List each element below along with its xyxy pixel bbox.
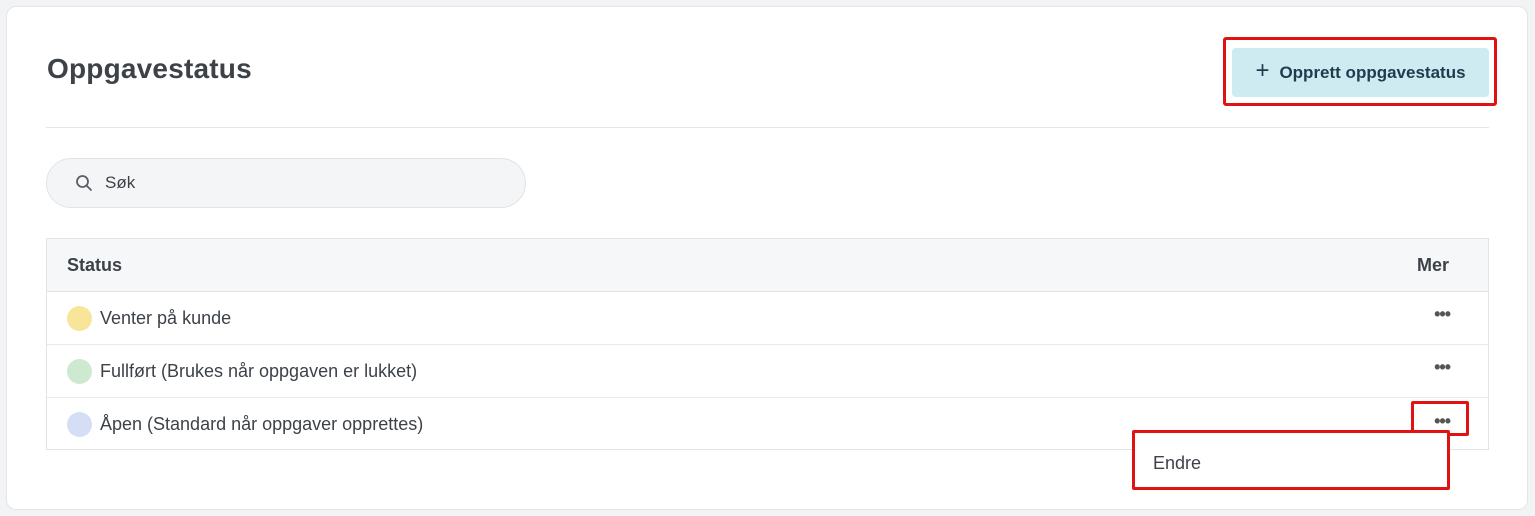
status-label: Åpen (Standard når oppgaver opprettes) [100, 414, 424, 434]
table-row: Fullført (Brukes når oppgaven er lukket)… [47, 345, 1488, 398]
table-row: Venter på kunde ••• [47, 292, 1488, 345]
status-label: Fullført (Brukes når oppgaven er lukket) [100, 360, 418, 381]
menu-item-edit[interactable]: Endre [1153, 453, 1201, 474]
status-label: Venter på kunde [100, 307, 232, 328]
divider [46, 127, 1489, 128]
status-color-dot [67, 412, 92, 437]
more-options-icon[interactable]: ••• [1434, 358, 1451, 376]
status-color-dot [67, 358, 92, 384]
status-color-dot [67, 305, 92, 331]
column-header-more: Mer [1416, 254, 1449, 275]
page-title: Oppgavestatus [47, 53, 252, 84]
highlight-box-create [1223, 37, 1497, 106]
search-icon [75, 173, 95, 193]
search-box[interactable] [46, 158, 526, 208]
column-header-status: Status [67, 254, 123, 275]
context-menu: Endre [1132, 430, 1450, 490]
more-options-icon[interactable]: ••• [1434, 305, 1451, 323]
table-header: Status Mer [47, 239, 1488, 292]
search-input[interactable] [103, 172, 487, 194]
status-table: Status Mer Venter på kunde ••• Fullført … [46, 238, 1489, 450]
